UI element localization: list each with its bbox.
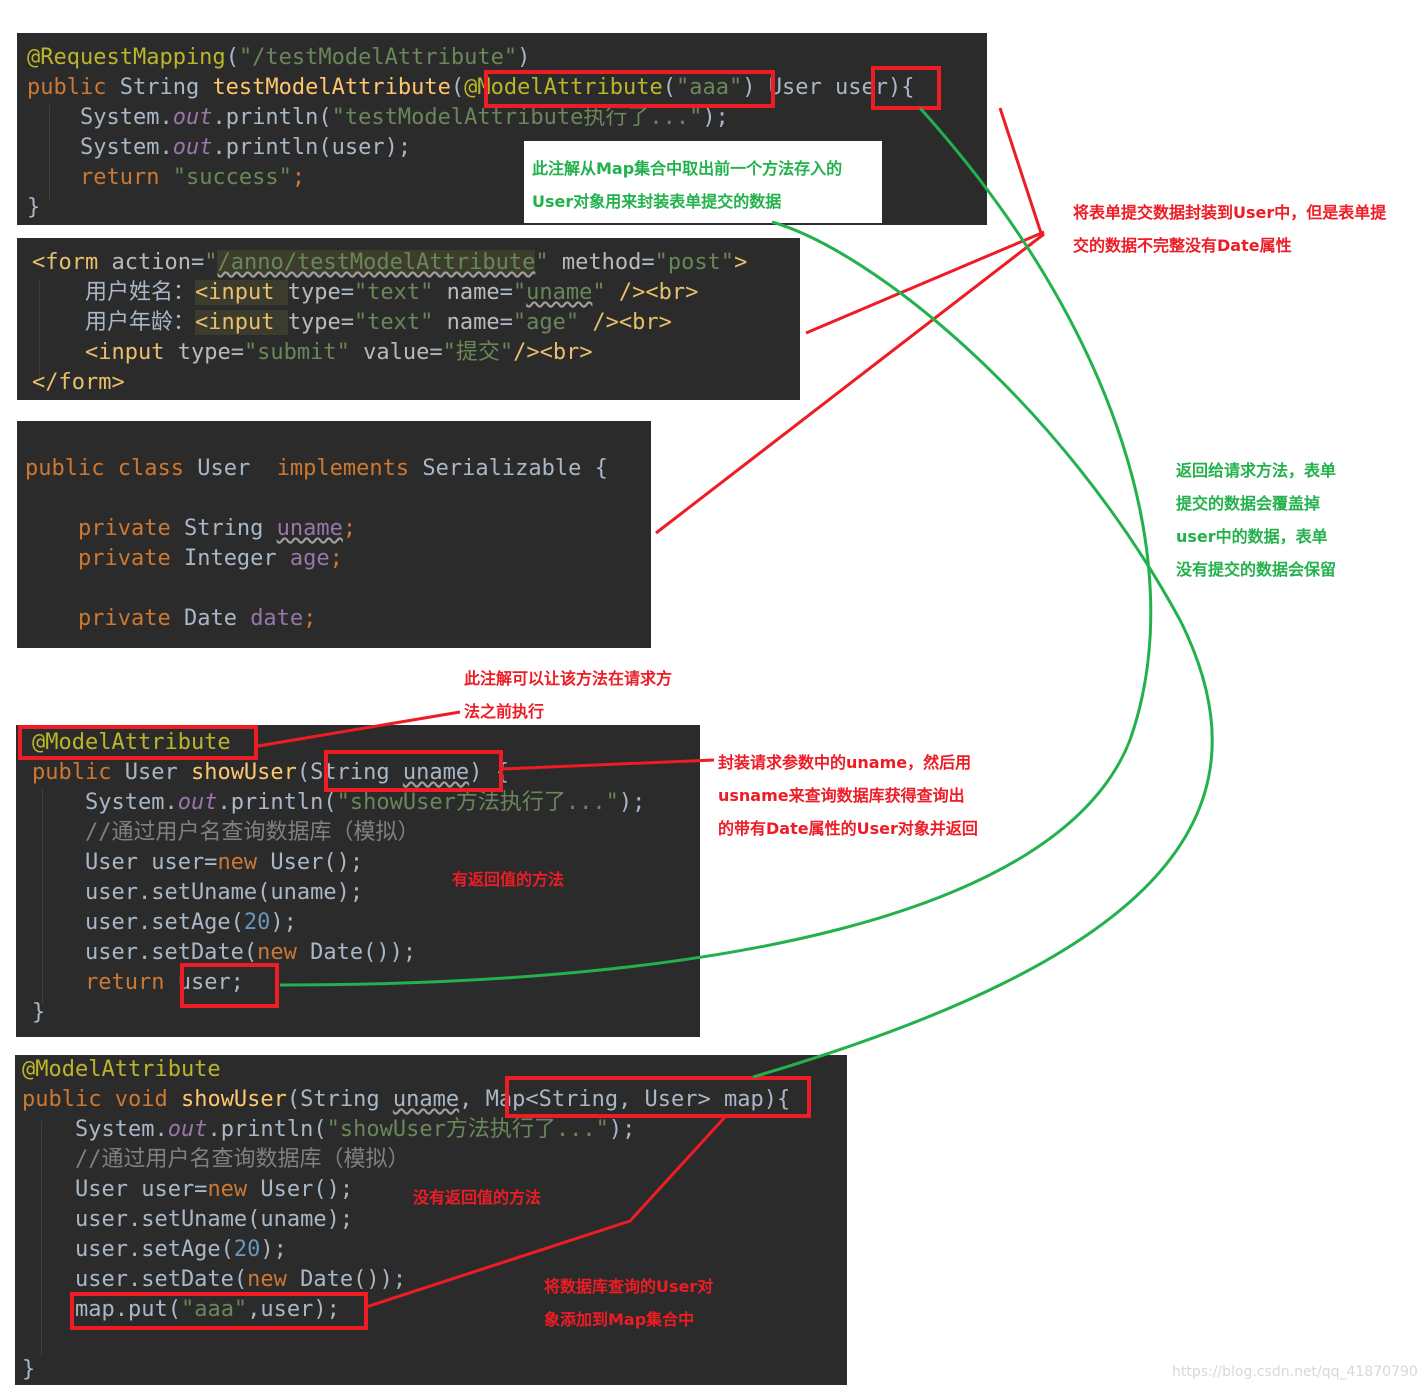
green-arrow-map (752, 220, 1214, 1079)
highlight-user-param (871, 66, 941, 110)
highlight-model-attribute-aaa (484, 70, 775, 108)
annotation-overlay (18, 66, 1214, 1330)
highlight-string-uname (324, 750, 503, 792)
highlight-return-user (180, 963, 279, 1008)
highlight-annotation (18, 725, 258, 760)
red-arrow-map (365, 1115, 727, 1309)
highlight-map-param (505, 1076, 811, 1118)
red-arrow-uname (500, 758, 715, 771)
green-arrows (279, 106, 1214, 1079)
red-arrow-class (655, 232, 1045, 535)
red-arrow-form (805, 230, 1045, 335)
red-arrow-annotation (257, 710, 461, 748)
red-arrows (257, 107, 1045, 1309)
highlight-map-put (70, 1292, 368, 1330)
green-arrow-return (279, 106, 1153, 987)
red-highlight-boxes (18, 66, 941, 1330)
